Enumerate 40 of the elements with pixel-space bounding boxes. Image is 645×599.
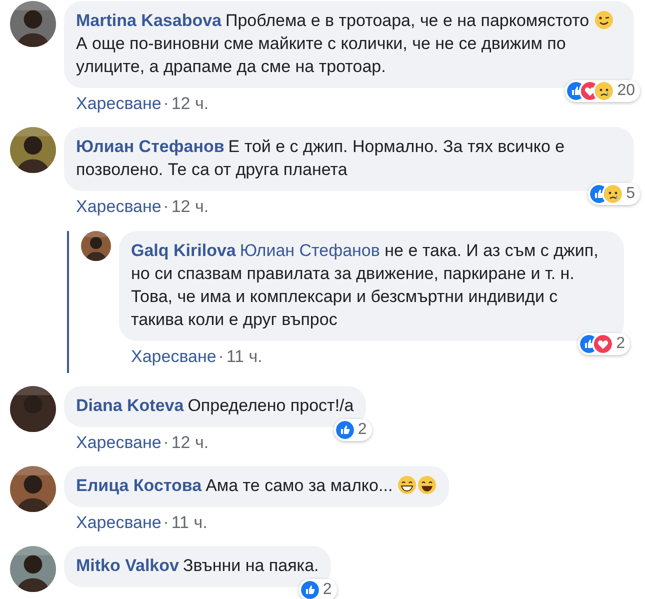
smiling-face-icon (417, 475, 438, 495)
winking-face-icon (594, 10, 614, 30)
reactions-badge[interactable]: 5 (588, 183, 640, 205)
timestamp: 12 ч. (171, 433, 209, 453)
like-link[interactable]: Харесване (76, 513, 162, 533)
timestamp: 12 ч. (171, 197, 209, 217)
crying-face-icon (604, 185, 622, 203)
author-link[interactable]: Martina Kasabova (76, 11, 222, 30)
like-link[interactable]: Харесване (76, 94, 162, 114)
author-link[interactable]: Diana Koteva (76, 396, 184, 415)
reaction-count: 5 (626, 185, 635, 203)
reactions-badge[interactable]: 2 (334, 419, 372, 441)
comment-text: Galq Kirilova Юлиан Стефанов не е така. И аз съм с джип, но си спазвам правилата за движение, паркиране и т. н. Това, че има и комплексари и безсмъртни индивиди с такива коли е друг въпрос (131, 240, 600, 331)
timestamp: 11 ч. (171, 513, 208, 533)
author-link[interactable]: Galq Kirilova (131, 241, 236, 260)
like-link[interactable]: Харесване (76, 197, 162, 217)
reactions-badge[interactable]: 2 (578, 333, 630, 355)
comment-text: Mitko Valkov Звънни на паяка. (76, 555, 319, 577)
grinning-face-icon (397, 475, 418, 495)
crying-face-icon (595, 82, 614, 100)
author-link[interactable]: Mitko Valkov (76, 556, 179, 575)
like-link[interactable]: Харесване (76, 433, 162, 453)
author-link[interactable]: Юлиан Стефанов (76, 137, 224, 156)
comment-text: Елица Костова Ама те само за малко... (76, 474, 438, 497)
reaction-count: 2 (616, 335, 625, 353)
reactions-badge[interactable]: 2 (298, 579, 337, 599)
reaction-count: 2 (358, 421, 367, 439)
reaction-count: 20 (617, 82, 635, 100)
comment-text: Юлиан Стефанов Е той е с джип. Нормално. За тях всичко е позволено. Те са от друга планета (76, 136, 566, 181)
thumbs-up-icon (336, 421, 354, 439)
reactions-badge[interactable]: 20 (565, 80, 640, 102)
reaction-count: 2 (322, 581, 332, 599)
author-link[interactable]: Елица Костова (76, 476, 202, 495)
comment-text: Martina Kasabova Проблема е в тротоара, че е на паркомястото А още по-виновни сме майките с колички, че не се движим по улиците, а драпаме да сме на тротоар. (76, 9, 622, 78)
mention-link[interactable]: Юлиан Стефанов (240, 241, 380, 260)
heart-icon (594, 335, 612, 353)
comment-text: Diana Koteva Определено прост!/а (76, 395, 354, 417)
like-link[interactable]: Харесване (131, 347, 216, 367)
timestamp: 12 ч. (171, 94, 209, 114)
timestamp: 11 ч. (226, 347, 262, 367)
